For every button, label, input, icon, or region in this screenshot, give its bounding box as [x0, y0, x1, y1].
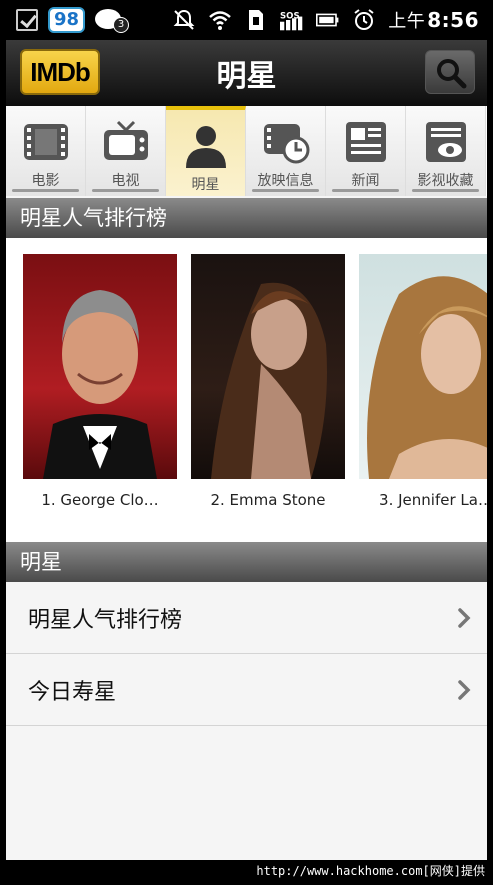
sos-signal-icon: SOS: [280, 11, 303, 31]
star-name: 2. Emma Stone: [210, 491, 326, 509]
checkbox-icon: [16, 9, 38, 31]
wifi-icon: [209, 11, 232, 30]
search-icon: [437, 59, 467, 89]
tab-tv[interactable]: 电视: [86, 106, 166, 196]
alarm-off-icon: [173, 9, 195, 30]
tab-showtimes[interactable]: 放映信息: [246, 106, 326, 196]
sim-icon: [249, 10, 264, 30]
list-item-label: 今日寿星: [28, 679, 117, 705]
stars-menu-list: 明星人气排行榜 今日寿星: [6, 582, 487, 726]
film-icon: [24, 124, 68, 160]
list-item-birthdays-today[interactable]: 今日寿星: [6, 654, 487, 726]
section-header-stars: 明星: [6, 542, 487, 582]
svg-text:SOS: SOS: [280, 11, 300, 21]
category-tabs: 电影 电视 明星 放映信息 新闻 影视收藏: [6, 106, 487, 196]
tab-news[interactable]: 新闻: [326, 106, 406, 196]
person-icon: [186, 126, 226, 168]
list-item-popular-ranking[interactable]: 明星人气排行榜: [6, 582, 487, 654]
tab-label: 电影: [31, 173, 60, 189]
alarm-clock-icon: [354, 9, 374, 30]
tab-label: 影视收藏: [417, 173, 474, 189]
news-icon: [346, 122, 386, 162]
search-button[interactable]: [425, 50, 475, 94]
tab-people[interactable]: 明星: [166, 106, 246, 196]
tv-icon: [104, 120, 148, 160]
tab-label: 新闻: [351, 173, 380, 189]
star-card[interactable]: 3. Jennifer La…: [359, 254, 487, 509]
watchlist-icon: [426, 122, 466, 162]
section-header-popular: 明星人气排行榜: [6, 198, 487, 238]
tab-label: 放映信息: [257, 173, 314, 189]
star-name: 1. George Clo…: [41, 491, 159, 509]
tab-label: 明星: [191, 177, 220, 193]
chat-icon: 3: [95, 7, 130, 33]
tab-movies[interactable]: 电影: [6, 106, 86, 196]
star-carousel[interactable]: 1. George Clo… 2. Emma Stone 3. Jennifer…: [6, 238, 487, 542]
chevron-right-icon: [458, 680, 471, 700]
clock: 上午 8:56: [388, 7, 479, 33]
tab-label: 电视: [111, 173, 140, 189]
tab-watchlist[interactable]: 影视收藏: [406, 106, 486, 196]
star-card[interactable]: 2. Emma Stone: [191, 254, 345, 509]
battery-icon: [316, 13, 339, 27]
time-value: 8:56: [427, 8, 479, 32]
star-name: 3. Jennifer La…: [379, 491, 487, 509]
list-item-label: 明星人气排行榜: [28, 607, 183, 633]
watermark-footer: http://www.hackhome.com[网侠]提供: [0, 860, 493, 885]
chat-count: 3: [113, 17, 130, 33]
star-photo[interactable]: [23, 254, 177, 479]
star-photo[interactable]: [191, 254, 345, 479]
imdb-logo[interactable]: IMDb: [20, 49, 100, 95]
notification-badge: 98: [48, 7, 86, 33]
chevron-right-icon: [458, 608, 471, 628]
star-photo[interactable]: [359, 254, 487, 479]
time-prefix: 上午: [388, 11, 426, 32]
showtimes-icon: [264, 124, 310, 164]
app-bar: IMDb 明星: [6, 40, 487, 106]
status-bar: 98 3 SOS 上午 8:56: [6, 0, 487, 40]
star-card[interactable]: 1. George Clo…: [23, 254, 177, 509]
